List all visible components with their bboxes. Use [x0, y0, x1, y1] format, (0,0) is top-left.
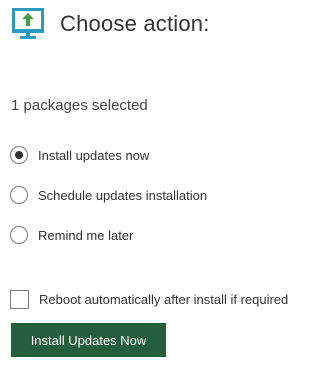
- action-radio-group: Install updates now Schedule updates ins…: [10, 144, 207, 264]
- schedule-installation-radio[interactable]: [10, 186, 28, 204]
- install-now-label[interactable]: Install updates now: [38, 148, 149, 163]
- schedule-installation-label[interactable]: Schedule updates installation: [38, 188, 207, 203]
- page-title: Choose action:: [60, 11, 210, 36]
- option-install-now[interactable]: Install updates now: [10, 144, 207, 166]
- reboot-option[interactable]: Reboot automatically after install if re…: [10, 288, 288, 310]
- monitor-upload-icon: [12, 8, 44, 39]
- reboot-checkbox-label[interactable]: Reboot automatically after install if re…: [39, 292, 288, 307]
- install-updates-now-button[interactable]: Install Updates Now: [11, 323, 166, 357]
- option-schedule-installation[interactable]: Schedule updates installation: [10, 184, 207, 206]
- selected-packages-count: 1 packages selected: [11, 97, 148, 114]
- reboot-checkbox[interactable]: [10, 289, 29, 309]
- dialog-header: Choose action:: [12, 8, 210, 40]
- remind-later-label[interactable]: Remind me later: [38, 228, 133, 243]
- install-now-radio[interactable]: [10, 146, 28, 164]
- remind-later-radio[interactable]: [10, 226, 28, 244]
- option-remind-later[interactable]: Remind me later: [10, 224, 207, 246]
